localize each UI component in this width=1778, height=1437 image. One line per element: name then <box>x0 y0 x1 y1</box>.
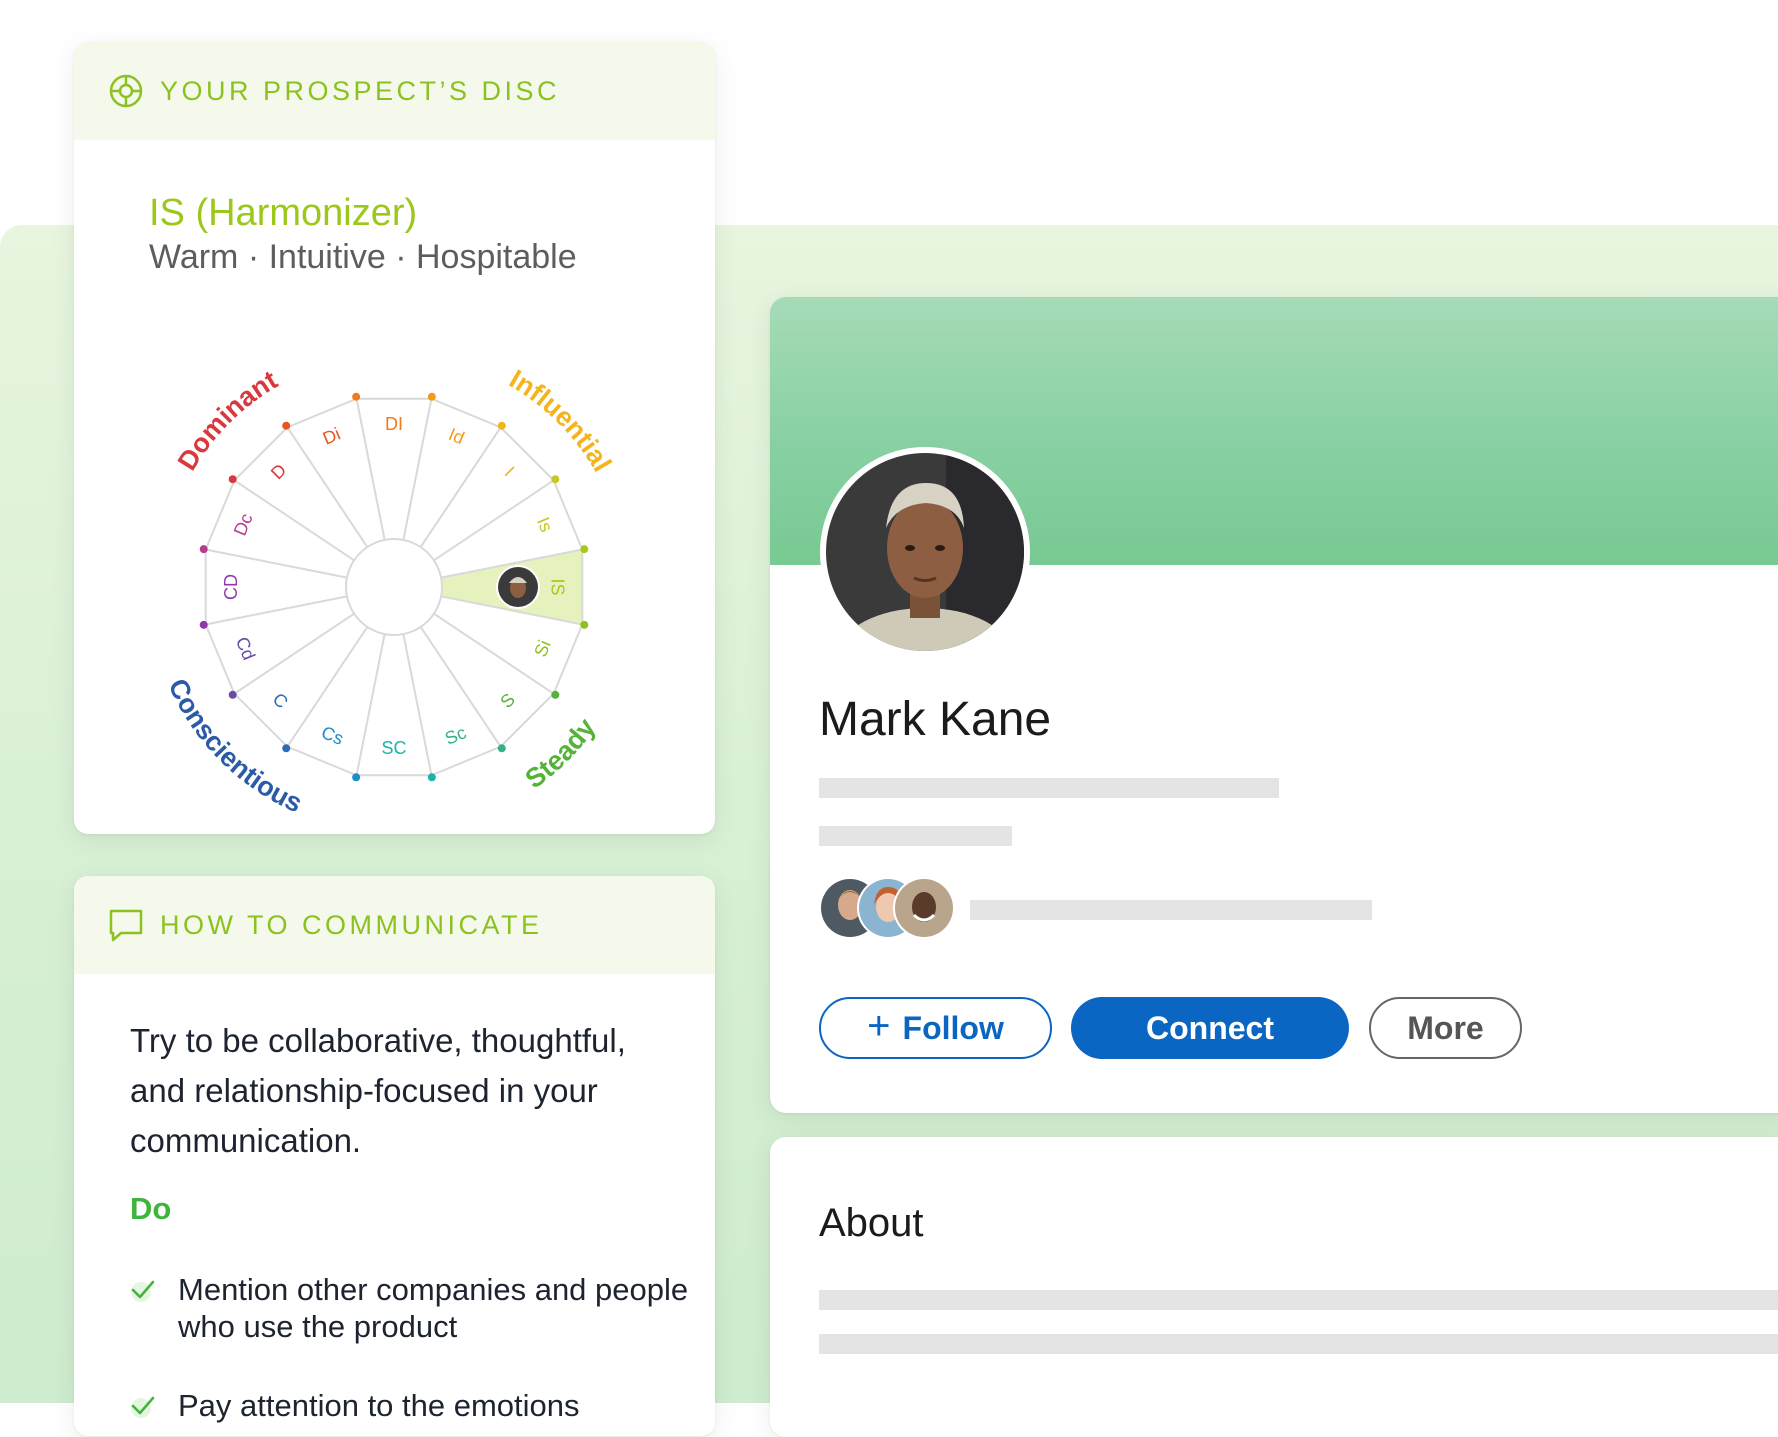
location-placeholder <box>819 826 1012 846</box>
segment-label: Di <box>320 424 343 449</box>
segment-label: Cd <box>232 634 259 663</box>
about-title: About <box>819 1201 924 1245</box>
segment-marker <box>282 421 291 430</box>
do-item: Mention other companies and people who u… <box>130 1271 690 1345</box>
headline-placeholder <box>819 778 1279 798</box>
segment-label: I <box>501 463 519 481</box>
do-item-text: Pay attention to the emotions <box>178 1388 580 1423</box>
speech-bubble-icon <box>109 909 143 942</box>
segment-marker <box>551 475 560 484</box>
disc-card: YOUR PROSPECT’S DISC IS (Harmonizer) War… <box>74 42 715 834</box>
mutual-connections-avatars[interactable] <box>818 875 958 941</box>
disc-type-title: IS (Harmonizer) <box>149 192 418 234</box>
segment-label: Si <box>530 637 555 659</box>
more-label: More <box>1407 1009 1484 1046</box>
segment-marker <box>199 545 208 554</box>
communicate-summary: Try to be collaborative, thoughtful, and… <box>130 1022 626 1159</box>
quadrant-label: Dominant <box>172 365 283 476</box>
segment-label: S <box>496 689 519 712</box>
do-label: Do <box>130 1191 172 1226</box>
follow-label: Follow <box>902 1009 1004 1046</box>
segment-label: Sc <box>442 722 469 749</box>
communicate-card-header: HOW TO COMMUNICATE <box>74 876 715 974</box>
about-card: About <box>770 1137 1778 1437</box>
segment-label: CD <box>221 574 241 600</box>
disc-spoke <box>355 398 386 541</box>
do-item-text: Mention other companies and people who u… <box>178 1272 689 1344</box>
profile-avatar[interactable] <box>820 447 1030 657</box>
disc-card-header: YOUR PROSPECT’S DISC <box>74 42 715 140</box>
about-line-placeholder <box>819 1334 1778 1354</box>
segment-marker <box>228 475 237 484</box>
disc-type-subtitle: Warm · Intuitive · Hospitable <box>149 238 577 276</box>
segment-marker <box>551 690 560 699</box>
connect-label: Connect <box>1146 1009 1274 1046</box>
about-line-placeholder <box>819 1290 1778 1310</box>
communicate-card: HOW TO COMMUNICATE Try to be collaborati… <box>74 876 715 1436</box>
follow-button[interactable]: + Follow <box>819 997 1052 1059</box>
segment-marker <box>497 421 506 430</box>
mutuals-placeholder <box>970 900 1372 920</box>
segment-label: Cs <box>318 722 346 749</box>
profile-card: Mark Kane + Follow Connect More <box>770 297 1778 1113</box>
person-portrait-icon <box>826 453 1024 651</box>
disc-spoke <box>205 548 348 579</box>
segment-marker <box>352 392 361 401</box>
segment-label: Id <box>446 424 468 448</box>
segment-label: D <box>267 460 290 483</box>
disc-center <box>345 538 443 636</box>
segment-marker <box>427 392 436 401</box>
do-item: Pay attention to the emotions <box>130 1387 690 1424</box>
crosshair-icon <box>109 74 143 108</box>
do-list: Mention other companies and people who u… <box>130 1271 690 1436</box>
segment-marker <box>352 773 361 782</box>
disc-spoke <box>402 633 433 776</box>
segment-label: IS <box>547 578 567 595</box>
check-icon <box>131 1396 155 1418</box>
more-button[interactable]: More <box>1369 997 1522 1059</box>
disc-spoke <box>402 398 433 541</box>
connect-button[interactable]: Connect <box>1071 997 1349 1059</box>
segment-marker <box>580 545 589 554</box>
segment-marker <box>228 690 237 699</box>
segment-label: DI <box>385 414 403 434</box>
segment-marker <box>199 620 208 629</box>
check-icon <box>131 1280 155 1302</box>
segment-marker <box>282 744 291 753</box>
segment-marker <box>580 620 589 629</box>
segment-label: Dc <box>230 511 257 539</box>
segment-label: C <box>269 689 292 712</box>
disc-wheel: DI Id I Is IS Si S Sc SC Cs C Cd CD Dc D Di Dominant Infl… <box>162 364 617 812</box>
quadrant-label: Steady <box>520 713 602 794</box>
quadrant-label: Influential <box>504 364 617 477</box>
segment-label: Is <box>533 514 557 535</box>
plus-icon: + <box>867 1003 891 1048</box>
profile-name: Mark Kane <box>819 693 1052 746</box>
communicate-card-title: HOW TO COMMUNICATE <box>160 909 543 940</box>
disc-spoke <box>355 633 386 776</box>
segment-marker <box>497 744 506 753</box>
segment-marker <box>427 773 436 782</box>
disc-card-title: YOUR PROSPECT’S DISC <box>160 75 561 106</box>
segment-label: SC <box>381 738 406 758</box>
